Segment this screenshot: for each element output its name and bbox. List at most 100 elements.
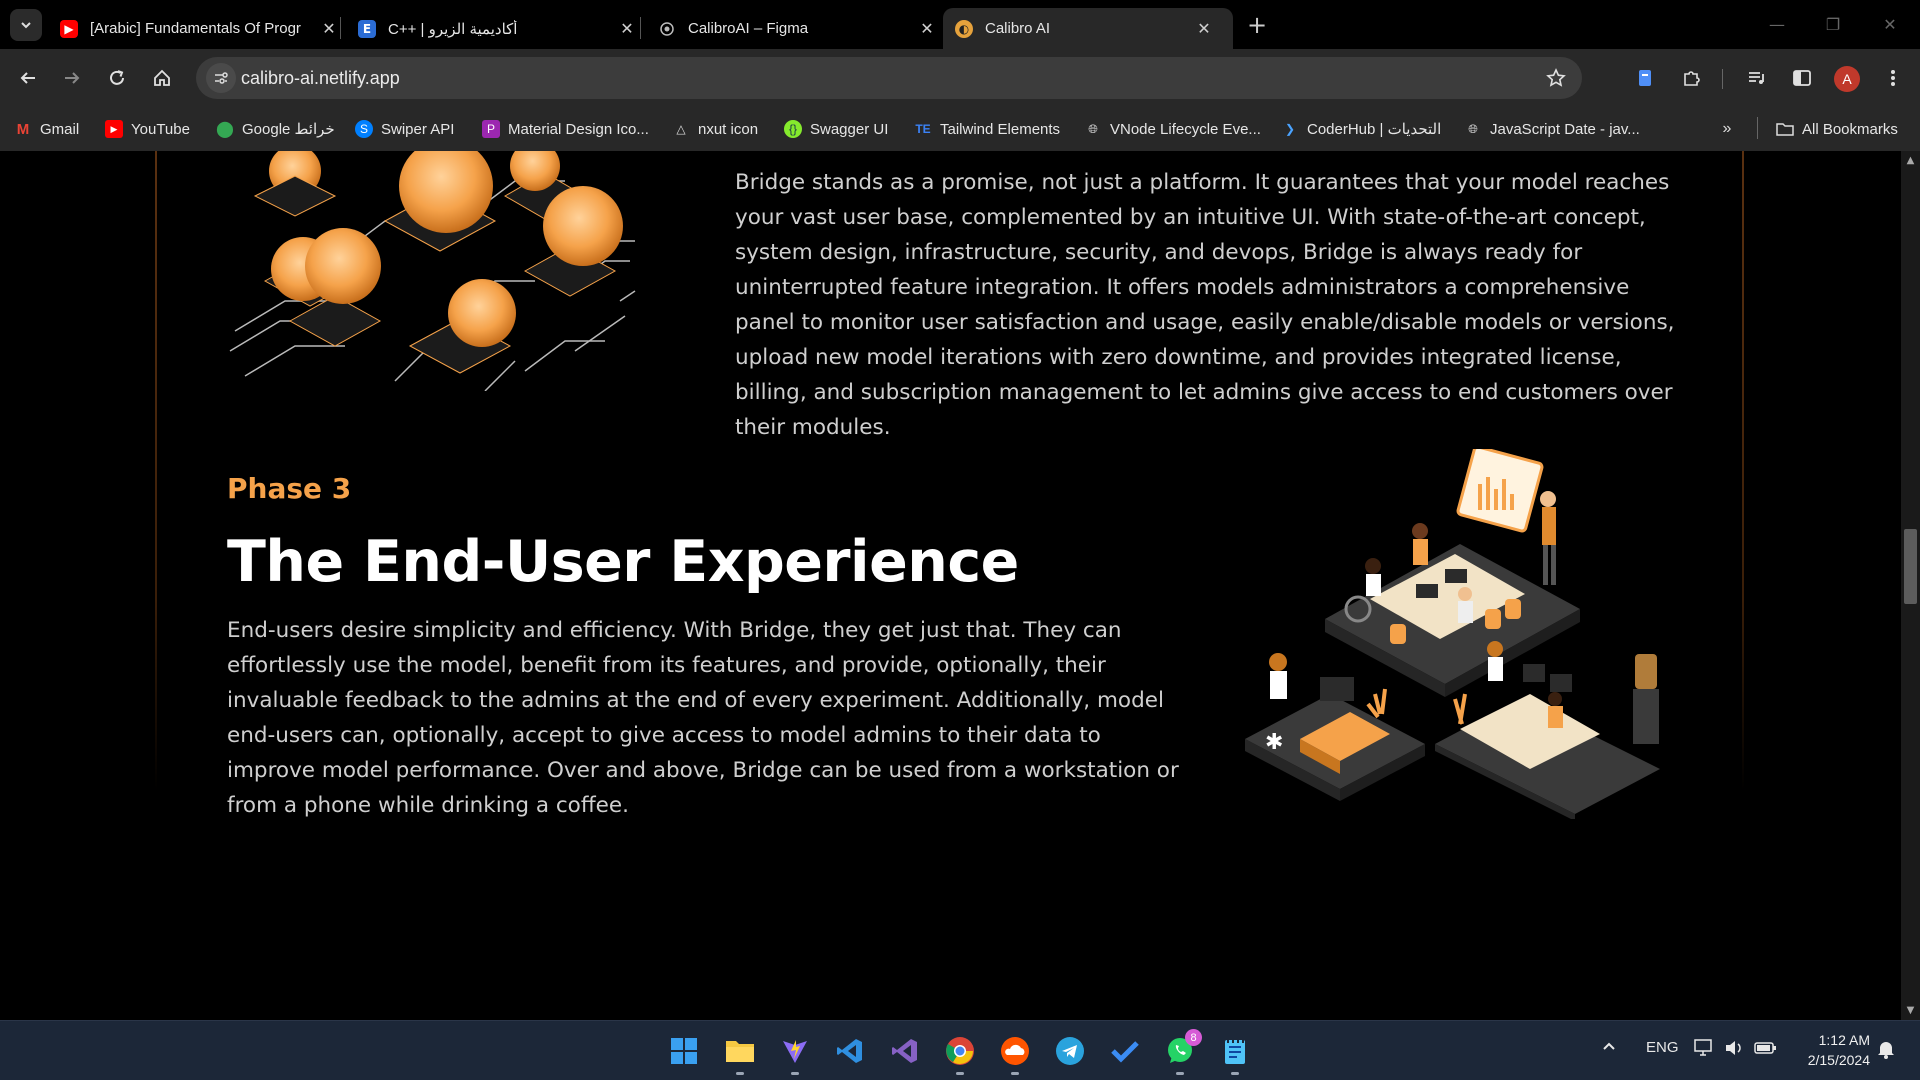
bookmark-label: Tailwind Elements [940, 120, 1061, 138]
side-panel-button[interactable] [1787, 63, 1817, 93]
bookmark-nuxt[interactable]: △ nxut icon [672, 115, 758, 143]
bookmark-tailwind-elements[interactable]: TE Tailwind Elements [914, 115, 1060, 143]
soundcloud-button[interactable] [997, 1033, 1033, 1075]
close-tab-icon[interactable]: ✕ [616, 18, 638, 40]
tab-search-button[interactable] [10, 9, 42, 41]
vscode-button[interactable] [832, 1033, 868, 1069]
bookmark-star-button[interactable] [1544, 66, 1568, 90]
section-border-right [1742, 151, 1744, 791]
kebab-menu-icon [1891, 70, 1895, 86]
chrome-button[interactable] [942, 1033, 978, 1075]
tab-calibro-ai[interactable]: ◐ Calibro AI ✕ [943, 8, 1233, 49]
battery-icon[interactable] [1754, 1039, 1778, 1061]
extension-button[interactable] [1630, 63, 1660, 93]
youtube-icon: ▶ [105, 120, 123, 138]
bookmark-label: Gmail [40, 120, 80, 138]
bookmark-swagger[interactable]: {} Swagger UI [784, 115, 888, 143]
bookmark-gmail[interactable]: M Gmail [14, 115, 79, 143]
bookmark-swiper[interactable]: S Swiper API [355, 115, 454, 143]
home-button[interactable] [147, 63, 177, 93]
windows-start-icon [671, 1038, 697, 1064]
notifications-bell-icon[interactable] [1877, 1039, 1895, 1063]
running-indicator [736, 1072, 744, 1075]
running-indicator [956, 1072, 964, 1075]
microsoft-todo-button[interactable] [1107, 1033, 1143, 1069]
address-bar[interactable]: calibro-ai.netlify.app [196, 57, 1582, 99]
tab-title: CalibroAI – Figma [688, 20, 809, 37]
bookmark-youtube[interactable]: ▶ YouTube [105, 115, 190, 143]
extensions-menu-button[interactable] [1676, 63, 1706, 93]
telegram-icon [1056, 1037, 1084, 1065]
all-bookmarks-button[interactable]: All Bookmarks [1776, 115, 1898, 143]
maps-icon: ⬤ [216, 121, 234, 138]
tab-title: [Arabic] Fundamentals Of Progr [90, 20, 301, 37]
tab-title: C++ | أكاديمية الزيرو [388, 20, 518, 38]
svg-text:✱: ✱ [1265, 730, 1283, 755]
bookmark-coderhub[interactable]: ❯ CoderHub | التحديات [1281, 115, 1441, 143]
bookmarks-overflow-button[interactable]: » [1718, 115, 1744, 143]
tab-arabic-fundamentals[interactable]: ▶ [Arabic] Fundamentals Of Progr ✕ [48, 8, 352, 49]
site-info-button[interactable] [206, 63, 236, 93]
reload-button[interactable] [102, 63, 132, 93]
tab-cpp-zero[interactable]: E C++ | أكاديمية الزيرو ✕ [346, 8, 650, 49]
tailwind-icon: TE [915, 122, 931, 136]
forward-arrow-icon [65, 72, 80, 84]
network-icon[interactable] [1694, 1039, 1714, 1061]
ai-brain-chips-illustration [229, 151, 636, 391]
gmail-icon: M [16, 120, 30, 138]
bookmark-label: nxut icon [698, 120, 759, 138]
scroll-down-arrow-icon[interactable]: ▼ [1901, 1001, 1920, 1020]
calibro-icon: ◐ [955, 19, 973, 38]
close-window-button[interactable]: ✕ [1875, 12, 1905, 36]
input-language-indicator[interactable]: ENG [1646, 1039, 1679, 1056]
playlist-icon [1749, 72, 1764, 84]
section-border-left [155, 151, 157, 791]
vite-app-button[interactable] [777, 1033, 813, 1075]
file-explorer-button[interactable] [722, 1033, 758, 1075]
bookmark-vnode-lifecycle[interactable]: 🌐︎ VNode Lifecycle Eve... [1084, 115, 1261, 143]
visual-studio-icon [892, 1039, 917, 1063]
scroll-up-arrow-icon[interactable]: ▲ [1901, 151, 1920, 170]
back-button[interactable] [13, 63, 43, 93]
back-arrow-icon [20, 72, 35, 84]
puzzle-icon [1684, 71, 1700, 86]
tab-figma[interactable]: CalibroAI – Figma ✕ [646, 8, 950, 49]
telegram-button[interactable] [1052, 1033, 1088, 1069]
star-icon [1546, 68, 1566, 87]
page-viewport: Bridge stands as a promise, not just a p… [0, 151, 1920, 1020]
profile-avatar[interactable]: A [1834, 66, 1860, 92]
close-tab-icon[interactable]: ✕ [916, 18, 938, 40]
bookmark-label: Material Design Ico... [508, 120, 649, 138]
toolbar-divider [1722, 69, 1723, 89]
notepad-button[interactable] [1217, 1033, 1253, 1075]
windows-start-button[interactable] [666, 1033, 702, 1069]
page-scrollbar[interactable]: ▲ ▼ [1901, 151, 1920, 1020]
office-team-illustration: ✱ [1245, 449, 1660, 819]
browser-menu-button[interactable] [1878, 63, 1908, 93]
home-icon [154, 69, 170, 86]
todo-icon [1111, 1041, 1139, 1063]
running-indicator [1231, 1072, 1239, 1075]
whatsapp-button[interactable]: 8 [1162, 1029, 1202, 1075]
youtube-icon: ▶ [60, 19, 78, 38]
minimize-button[interactable]: — [1762, 12, 1792, 36]
visual-studio-button[interactable] [887, 1033, 923, 1069]
system-clock[interactable]: 1:12 AM 2/15/2024 [1790, 1030, 1870, 1070]
new-tab-button[interactable]: + [1243, 11, 1271, 39]
bookmark-material-design[interactable]: P Material Design Ico... [482, 115, 649, 143]
bookmark-label: Swiper API [381, 120, 455, 138]
bookmark-google-maps[interactable]: ⬤ Google خرائط [216, 115, 335, 143]
volume-icon[interactable] [1724, 1039, 1744, 1061]
show-hidden-icons-button[interactable] [1601, 1039, 1617, 1059]
scrollbar-thumb[interactable] [1904, 529, 1917, 604]
forward-button[interactable] [57, 63, 87, 93]
close-tab-icon[interactable]: ✕ [318, 18, 340, 40]
running-indicator [1011, 1072, 1019, 1075]
url-text[interactable]: calibro-ai.netlify.app [241, 68, 400, 89]
material-icon: P [482, 120, 500, 138]
restore-button[interactable]: ❐ [1818, 12, 1848, 36]
close-tab-icon[interactable]: ✕ [1193, 18, 1215, 40]
bookmark-javascript-date[interactable]: 🌐︎ JavaScript Date - jav... [1464, 115, 1640, 143]
media-control-button[interactable] [1742, 63, 1772, 93]
tab-separator [340, 17, 341, 39]
